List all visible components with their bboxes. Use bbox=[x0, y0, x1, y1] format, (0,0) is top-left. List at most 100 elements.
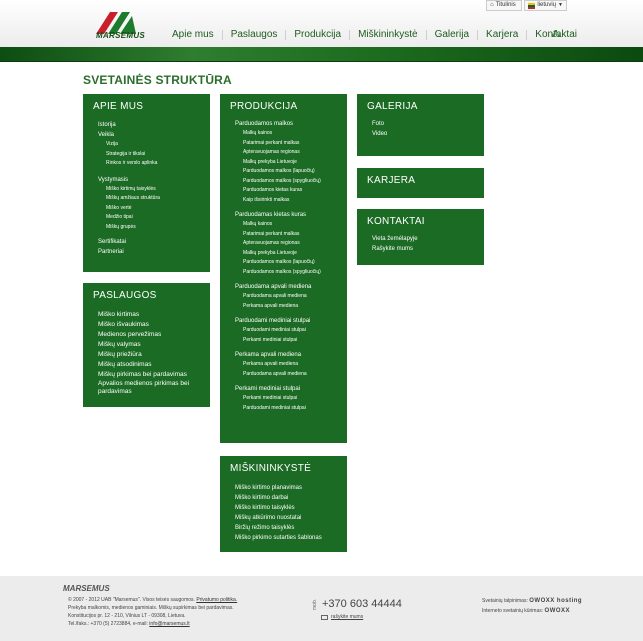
footer-address: Konstitucijos pr. 12 - 210, Vilnius LT -… bbox=[68, 613, 186, 619]
sitemap-sublink[interactable]: Parduodamos malkos (lapuočių) bbox=[220, 167, 347, 177]
panel-title: KONTAKTAI bbox=[367, 216, 425, 227]
panel-kontaktai: KONTAKTAI Vieta žemėlapyje Rašykite mums bbox=[357, 209, 484, 265]
sitemap-sublink[interactable]: Parduodamos kietas kuras bbox=[220, 186, 347, 196]
sitemap-sublink[interactable]: Strategija ir tikslai bbox=[83, 150, 210, 160]
sitemap-link[interactable]: Miško kirtimo taisyklės bbox=[220, 503, 347, 513]
sitemap-sublink[interactable]: Parduodamos malkos (spygliuočių) bbox=[220, 177, 347, 187]
sitemap-link[interactable]: Miškų priežiūra bbox=[83, 350, 210, 360]
envelope-icon bbox=[321, 615, 328, 620]
sitemap-link[interactable]: Parduodama apvali mediena bbox=[220, 282, 347, 292]
sitemap-link[interactable]: Miškų atsodinimas bbox=[83, 360, 210, 370]
sitemap-sublink[interactable]: Miško kirtimų taisyklės bbox=[83, 185, 210, 195]
email-link[interactable]: info@marsemus.lt bbox=[149, 621, 189, 627]
sitemap-sublink[interactable]: Rinkos ir verslo aplinka bbox=[83, 159, 210, 169]
sitemap-link[interactable]: Miškų valymas bbox=[83, 340, 210, 350]
sitemap-sublink[interactable]: Apteravuojamas regionas bbox=[220, 239, 347, 249]
sitemap-link[interactable]: Miško kirtimo planavimas bbox=[220, 483, 347, 493]
sitemap-sublink[interactable]: Parduodama apvali mediena bbox=[220, 370, 347, 380]
footer-line: Prekyba malkomis, medienos gaminiais. Mi… bbox=[68, 605, 234, 611]
sitemap-link[interactable]: Parduodamos malkos bbox=[220, 119, 347, 129]
panel-miskininkyste: MIŠKININKYSTĖ Miško kirtimo planavimas M… bbox=[220, 456, 347, 552]
copyright-text: © 2007 - 2012 UAB "Marsemus". Visos teis… bbox=[68, 597, 195, 603]
sitemap-link[interactable]: Istorija bbox=[83, 120, 210, 130]
sitemap-sublink[interactable]: Apteravuojamas regionas bbox=[220, 148, 347, 158]
creation-brand[interactable]: OWOXX bbox=[545, 608, 571, 614]
sitemap-icon[interactable] bbox=[552, 30, 560, 38]
sitemap-link[interactable]: Miškų atkūrimo nuostatai bbox=[220, 513, 347, 523]
creation-label: Interneto svetainių kūrimas: bbox=[482, 608, 544, 614]
sitemap-sublink[interactable]: Vizija bbox=[83, 140, 210, 150]
nav-miskininkyste[interactable]: Miškininkystė bbox=[350, 30, 427, 40]
panel-title: MIŠKININKYSTĖ bbox=[230, 463, 312, 474]
sitemap-sublink[interactable]: Kaip išsirinkti malkas bbox=[220, 196, 347, 206]
language-label: lietuvių bbox=[537, 2, 557, 8]
sitemap-link[interactable]: Sertifikatai bbox=[83, 237, 210, 247]
sitemap-link[interactable]: Parduodamas kietas kuras bbox=[220, 210, 347, 220]
sitemap-sublink[interactable]: Malkų kainos bbox=[220, 220, 347, 230]
sitemap-sublink[interactable]: Medžio tipai bbox=[83, 213, 210, 223]
sitemap-link[interactable]: Apvalios medienos pirkimas bei pardavima… bbox=[83, 380, 210, 396]
panel-apie-mus: APIE MUS Istorija Veikla Vizija Strategi… bbox=[83, 94, 210, 272]
sitemap-link[interactable]: Perkama apvali mediena bbox=[220, 350, 347, 360]
home-link[interactable]: ⌂ Titulinis bbox=[486, 0, 522, 11]
sitemap-link[interactable]: Vystymasis bbox=[83, 175, 210, 185]
sitemap-link[interactable]: Miško kirtimo darbai bbox=[220, 493, 347, 503]
sitemap-link[interactable]: Medienos pervežimas bbox=[83, 330, 210, 340]
sitemap-sublink[interactable]: Malkų prekyba Lietuvoje bbox=[220, 249, 347, 259]
sitemap-sublink[interactable]: Parduodamos malkos (lapuočių) bbox=[220, 258, 347, 268]
write-us-link[interactable]: rašykite mums bbox=[331, 614, 363, 620]
footer-hosting: Svetainių talpinimas: OWOXX hosting Inte… bbox=[482, 596, 582, 616]
footer-copyright: © 2007 - 2012 UAB "Marsemus". Visos teis… bbox=[68, 596, 278, 628]
nav-apie-mus[interactable]: Apie mus bbox=[172, 30, 223, 40]
sitemap-sublink[interactable]: Perkami mediniai stulpai bbox=[220, 336, 347, 346]
sitemap-link[interactable]: Miško pirkimo sutarties šablonas bbox=[220, 533, 347, 543]
sitemap-sublink[interactable]: Perkama apvali mediena bbox=[220, 360, 347, 370]
panel-title: PRODUKCIJA bbox=[230, 101, 298, 112]
sitemap-sublink[interactable]: Patarimai perkant malkas bbox=[220, 139, 347, 149]
panel-title[interactable]: KARJERA bbox=[367, 175, 484, 186]
nav-produkcija[interactable]: Produkcija bbox=[286, 30, 351, 40]
panel-title: GALERIJA bbox=[367, 101, 418, 112]
sitemap-link[interactable]: Biržių režimo taisyklės bbox=[220, 523, 347, 533]
sitemap-sublink[interactable]: Miško vertė bbox=[83, 204, 210, 214]
panel-produkcija: PRODUKCIJA Parduodamos malkos Malkų kain… bbox=[220, 94, 347, 443]
chevron-down-icon: ▼ bbox=[558, 2, 563, 8]
sitemap-sublink[interactable]: Perkami mediniai stulpai bbox=[220, 394, 347, 404]
footer-logo: MARSEMUS bbox=[63, 584, 110, 593]
sitemap-sublink[interactable]: Parduodami mediniai stulpai bbox=[220, 326, 347, 336]
sitemap-link[interactable]: Rašykite mums bbox=[357, 244, 484, 254]
main-nav: Apie mus Paslaugos Produkcija Miškininky… bbox=[172, 30, 585, 40]
sitemap-link[interactable]: Miško kirtimas bbox=[83, 310, 210, 320]
hosting-brand[interactable]: OWOXX hosting bbox=[529, 598, 582, 604]
sitemap-link[interactable]: Foto bbox=[357, 119, 484, 129]
nav-paslaugos[interactable]: Paslaugos bbox=[223, 30, 287, 40]
sitemap-link[interactable]: Vieta žemėlapyje bbox=[357, 234, 484, 244]
sitemap-sublink[interactable]: Patarimai perkant malkas bbox=[220, 230, 347, 240]
home-icon: ⌂ bbox=[490, 2, 494, 8]
sitemap-sublink[interactable]: Parduodamos malkos (spygliuočių) bbox=[220, 268, 347, 278]
sitemap-link[interactable]: Miško išvaukimas bbox=[83, 320, 210, 330]
nav-galerija[interactable]: Galerija bbox=[427, 30, 479, 40]
page-title: SVETAINĖS STRUKTŪRA bbox=[83, 73, 232, 87]
panel-paslaugos: PASLAUGOS Miško kirtimas Miško išvaukima… bbox=[83, 283, 210, 407]
language-selector[interactable]: lietuvių ▼ bbox=[524, 0, 567, 11]
sitemap-sublink[interactable]: Parduodama apvali mediena bbox=[220, 292, 347, 302]
footer-phone-text: Tel./faks.: +370 (5) 2723884, e-mail: bbox=[68, 621, 148, 627]
sitemap-sublink[interactable]: Parduodami mediniai stulpai bbox=[220, 404, 347, 414]
sitemap-sublink[interactable]: Miškų grupės bbox=[83, 223, 210, 233]
panel-karjera: KARJERA bbox=[357, 168, 484, 198]
sitemap-link[interactable]: Partneriai bbox=[83, 247, 210, 257]
sitemap-link[interactable]: Parduodami mediniai stulpai bbox=[220, 316, 347, 326]
sitemap-sublink[interactable]: Malkų prekyba Lietuvoje bbox=[220, 158, 347, 168]
panel-title: PASLAUGOS bbox=[93, 290, 157, 301]
nav-karjera[interactable]: Karjera bbox=[478, 30, 528, 40]
sitemap-sublink[interactable]: Perkama apvali mediena bbox=[220, 302, 347, 312]
sitemap-link[interactable]: Veikla bbox=[83, 130, 210, 140]
sitemap-link[interactable]: Perkami mediniai stulpai bbox=[220, 384, 347, 394]
privacy-link[interactable]: Privatumo politika. bbox=[196, 597, 237, 603]
sitemap-sublink[interactable]: Miškų amžiaus struktūra bbox=[83, 194, 210, 204]
sitemap-link[interactable]: Miškų pirkimas bei pardavimas bbox=[83, 370, 210, 380]
sitemap-sublink[interactable]: Malkų kainos bbox=[220, 129, 347, 139]
sitemap-link[interactable]: Video bbox=[357, 129, 484, 139]
hosting-label: Svetainių talpinimas: bbox=[482, 598, 528, 604]
